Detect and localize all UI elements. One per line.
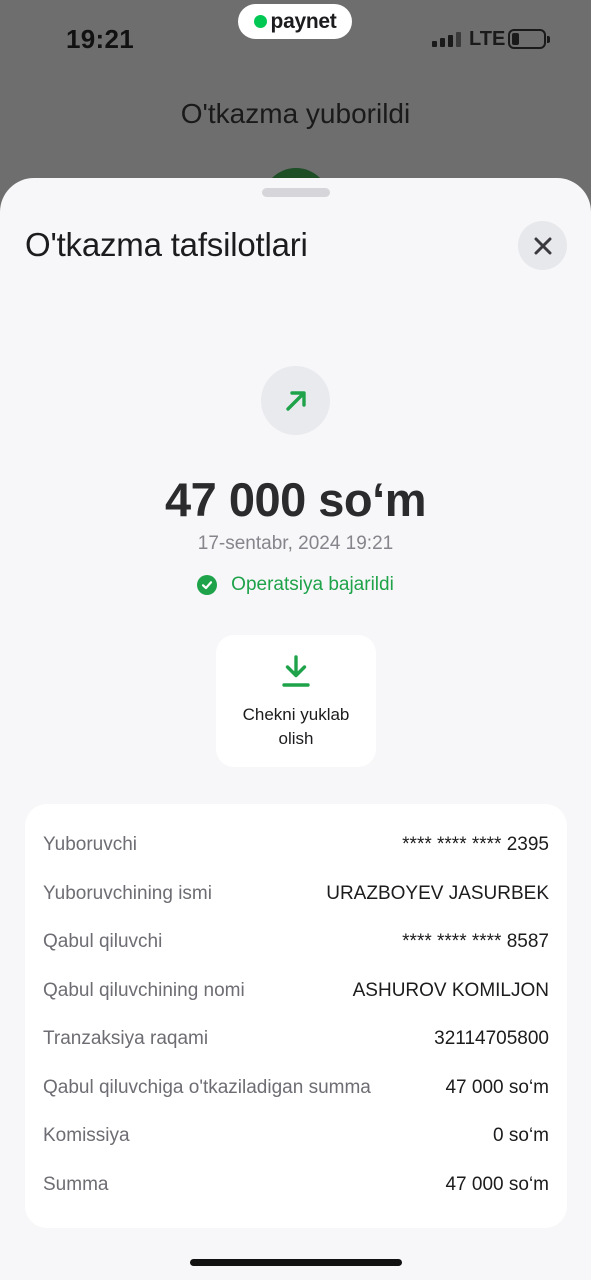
detail-value: URAZBOYEV JASURBEK (326, 882, 549, 904)
sheet-grabber[interactable] (262, 188, 330, 197)
signal-icon (432, 32, 461, 47)
status-time: 19:21 (66, 24, 134, 54)
detail-row-total: Summa 47 000 so‘m (25, 1161, 567, 1210)
detail-row-sender-name: Yuboruvchining ismi URAZBOYEV JASURBEK (25, 870, 567, 919)
check-circle-icon (197, 575, 218, 595)
detail-value[interactable]: 32114705800 (434, 1028, 549, 1050)
detail-value: **** **** **** 2395 (402, 834, 549, 856)
status-text: Operatsiya bajarildi (231, 574, 394, 595)
detail-value: ASHUROV KOMILJON (352, 979, 549, 1001)
transfer-date: 17-sentabr, 2024 19:21 (197, 533, 394, 554)
sheet-title: O'tkazma tafsilotlari (25, 226, 308, 263)
network-type: LTE (469, 28, 506, 50)
transfer-amount: 47 000 so‘m (164, 473, 427, 526)
detail-value: **** **** **** 8587 (402, 931, 549, 953)
detail-row-transaction-id: Tranzaksiya raqami 32114705800 (25, 1015, 567, 1064)
detail-label: Komissiya (43, 1125, 130, 1147)
close-button[interactable] (518, 221, 567, 270)
direction-badge (261, 366, 330, 435)
close-icon (534, 237, 551, 254)
transfer-details-sheet: O'tkazma tafsilotlari 47 000 so‘m 17-sen… (0, 178, 591, 1280)
arrow-up-right-icon (285, 390, 306, 411)
detail-label: Tranzaksiya raqami (43, 1028, 209, 1050)
detail-label: Qabul qiluvchiga o'tkaziladigan summa (43, 1076, 371, 1098)
background-title: O'tkazma yuborildi (180, 98, 411, 129)
brand-pill: paynet (238, 4, 352, 39)
detail-row-recipient-card: Qabul qiluvchi **** **** **** 8587 (25, 918, 567, 967)
detail-label: Summa (43, 1173, 109, 1195)
brand-dot-icon (253, 15, 267, 28)
battery-icon (508, 29, 550, 49)
detail-row-commission: Komissiya 0 so‘m (25, 1112, 567, 1161)
detail-value: 0 so‘m (493, 1125, 549, 1147)
brand-name: paynet (270, 9, 337, 33)
detail-row-received-amount: Qabul qiluvchiga o'tkaziladigan summa 47… (25, 1064, 567, 1113)
detail-label: Qabul qiluvchining nomi (43, 979, 245, 1001)
status-bar: 19:21 paynet LTE (0, 0, 591, 80)
home-indicator (190, 1259, 402, 1266)
detail-label: Yuboruvchi (43, 834, 138, 856)
detail-value: 47 000 so‘m (445, 1173, 549, 1195)
download-receipt-label: Chekni yuklab olish (242, 705, 350, 748)
download-icon (282, 655, 310, 687)
operation-status: Operatsiya bajarildi (0, 574, 591, 596)
detail-label: Yuboruvchining ismi (43, 882, 212, 904)
detail-row-recipient-name: Qabul qiluvchining nomi ASHUROV KOMILJON (25, 967, 567, 1016)
details-card: Yuboruvchi **** **** **** 2395 Yuboruvch… (25, 804, 567, 1228)
detail-label: Qabul qiluvchi (43, 931, 163, 953)
detail-row-sender-card: Yuboruvchi **** **** **** 2395 (25, 821, 567, 870)
download-receipt-button[interactable]: Chekni yuklab olish (216, 635, 376, 767)
detail-value: 47 000 so‘m (445, 1076, 549, 1098)
